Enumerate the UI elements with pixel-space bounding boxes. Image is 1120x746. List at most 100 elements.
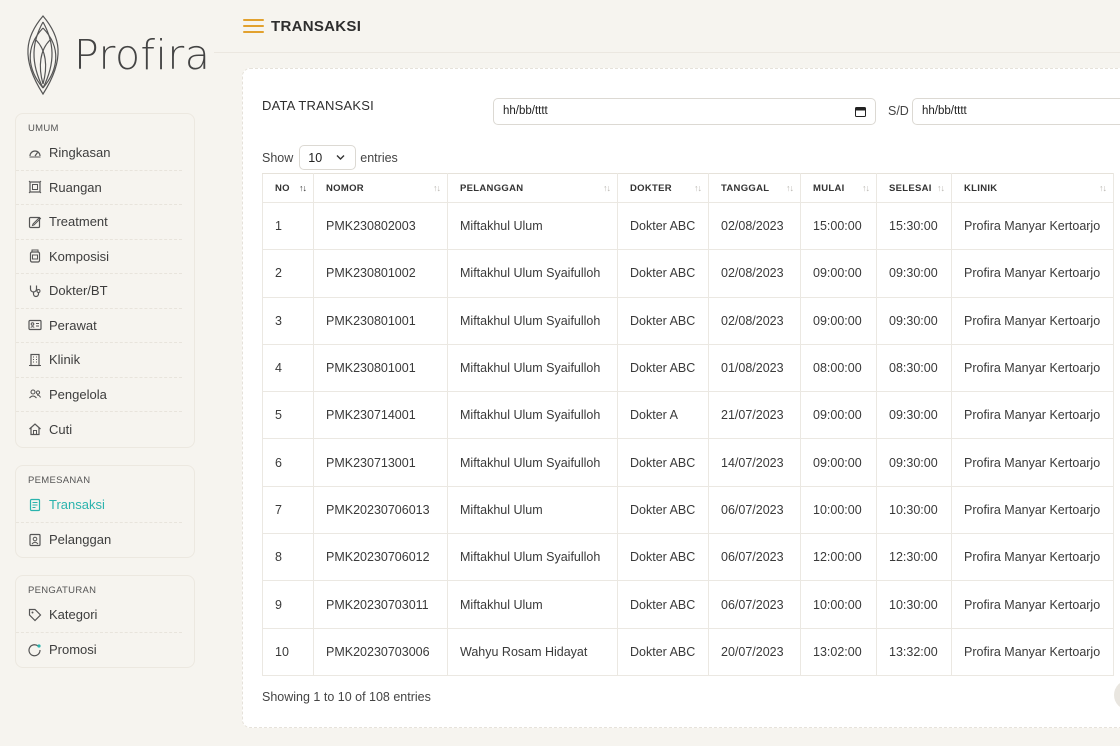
sidebar-item-komposisi[interactable]: Komposisi [16,240,182,274]
sidebar-item-kategori[interactable]: Kategori [16,598,182,633]
cell-pelanggan: Miftakhul Ulum Syaifulloh [447,533,618,582]
cell-mulai: 12:00:00 [800,533,877,582]
sidebar: Profira UMUM Ringkasan Ruangan Treatment… [0,0,214,746]
cell-dokter: Dokter ABC [617,249,709,298]
cell-no: 7 [262,485,314,535]
sidebar-item-ringkasan[interactable]: Ringkasan [16,136,182,171]
table-row[interactable]: 5 PMK230714001 Miftakhul Ulum Syaifulloh Do… [262,391,1114,440]
cell-selesai: 12:30:00 [876,533,952,582]
sort-icon: ↑↓ [862,183,870,193]
sidebar-item-label: Klinik [49,352,81,368]
table-row[interactable]: 4 PMK230801001 Miftakhul Ulum Syaifulloh Do… [262,343,1114,393]
date-from-input[interactable]: hh/bb/tttt [493,98,876,125]
cell-dokter: Dokter A [617,391,709,440]
cell-pelanggan: Miftakhul Ulum [447,201,618,251]
cell-no: 9 [262,580,314,629]
column-header-dokter[interactable]: DOKTER ↑↓ [617,173,709,203]
cell-selesai: 13:32:00 [876,627,952,676]
sidebar-item-pelanggan[interactable]: Pelanggan [16,523,182,558]
column-header-selesai[interactable]: SELESAI ↑↓ [876,173,952,203]
sidebar-item-pengelola[interactable]: Pengelola [16,378,182,412]
cell-selesai: 10:30:00 [876,485,952,535]
sidebar-item-label: Promosi [49,642,97,658]
cell-mulai: 15:00:00 [800,201,877,251]
sidebar-item-label: Pengelola [49,386,107,402]
sidebar-item-label: Ruangan [49,179,102,195]
column-header-mulai[interactable]: MULAI ↑↓ [800,173,877,203]
menu-group-pengaturan: PENGATURAN Kategori Promosi [15,575,195,668]
brand-logo[interactable]: Profira [18,14,210,96]
column-header-tanggal[interactable]: TANGGAL ↑↓ [708,173,801,203]
cell-selesai: 09:30:00 [876,438,952,487]
date-to-input[interactable]: hh/bb/tttt [912,98,1120,125]
cell-tanggal: 14/07/2023 [708,438,801,487]
sidebar-item-ruangan[interactable]: Ruangan [16,171,182,205]
calendar-icon[interactable] [855,106,866,117]
table-row[interactable]: 6 PMK230713001 Miftakhul Ulum Syaifulloh Do… [262,438,1114,487]
building-icon [28,353,42,367]
cell-no: 2 [262,249,314,298]
cell-no: 1 [262,201,314,251]
sort-icon: ↑↓ [937,183,945,193]
table-row[interactable]: 2 PMK230801002 Miftakhul Ulum Syaifulloh Do… [262,249,1114,298]
table-row[interactable]: 1 PMK230802003 Miftakhul Ulum Dokter ABC 02/… [262,201,1114,251]
page-title: TRANSAKSI [271,18,362,35]
page-size-value: 10 [308,150,323,165]
column-header-no[interactable]: NO ↑↓ [262,173,314,203]
page-size-select[interactable]: 10 [299,145,357,170]
cell-klinik: Profira Manyar Kertoarjo [951,438,1114,487]
cell-tanggal: 06/07/2023 [708,580,801,629]
table-row[interactable]: 10 PMK20230703006 Wahyu Rosam Hidayat Dokte… [262,627,1114,676]
cell-pelanggan: Miftakhul Ulum Syaifulloh [447,438,618,487]
sidebar-item-perawat[interactable]: Perawat [16,309,182,343]
cell-mulai: 09:00:00 [800,438,877,487]
hamburger-menu-icon[interactable] [243,19,264,33]
cell-no: 3 [262,296,314,345]
cell-klinik: Profira Manyar Kertoarjo [951,533,1114,582]
cell-mulai: 09:00:00 [800,249,877,298]
topbar: TRANSAKSI [214,0,1120,53]
cell-klinik: Profira Manyar Kertoarjo [951,391,1114,440]
sidebar-item-label: Treatment [49,214,108,230]
column-header-pelanggan[interactable]: PELANGGAN ↑↓ [447,173,618,203]
sidebar-item-klinik[interactable]: Klinik [16,343,182,378]
cell-pelanggan: Miftakhul Ulum Syaifulloh [447,296,618,345]
leaf-logo-icon [27,15,59,96]
table-row[interactable]: 9 PMK20230703011 Miftakhul Ulum Dokter ABC 0… [262,580,1114,629]
sidebar-item-treatment[interactable]: Treatment [16,205,182,240]
cell-nomor: PMK230714001 [313,391,448,440]
pagination-button[interactable] [1114,680,1120,710]
contact-icon [28,533,42,547]
cell-mulai: 10:00:00 [800,485,877,535]
cell-dokter: Dokter ABC [617,533,709,582]
cell-pelanggan: Wahyu Rosam Hidayat [447,627,618,676]
sidebar-item-dokter[interactable]: Dokter/BT [16,274,182,309]
sort-icon: ↑↓ [694,183,702,193]
cell-klinik: Profira Manyar Kertoarjo [951,201,1114,251]
cell-dokter: Dokter ABC [617,438,709,487]
sidebar-item-label: Dokter/BT [49,283,108,299]
stethoscope-icon [28,284,42,298]
cell-no: 8 [262,533,314,582]
table-row[interactable]: 8 PMK20230706012 Miftakhul Ulum Syaifulloh… [262,533,1114,582]
table-row[interactable]: 7 PMK20230706013 Miftakhul Ulum Dokter ABC 0… [262,485,1114,535]
cell-klinik: Profira Manyar Kertoarjo [951,296,1114,345]
table-row[interactable]: 3 PMK230801001 Miftakhul Ulum Syaifulloh Do… [262,296,1114,345]
column-header-klinik[interactable]: KLINIK ↑↓ [951,173,1114,203]
sort-asc-icon: ↑↓ [299,183,307,193]
cell-tanggal: 06/07/2023 [708,533,801,582]
sidebar-item-promosi[interactable]: Promosi [16,633,182,668]
cell-no: 10 [262,627,314,676]
sidebar-item-transaksi[interactable]: Transaksi [16,488,182,523]
cell-nomor: PMK230801002 [313,249,448,298]
jar-icon [28,249,42,263]
sidebar-item-label: Cuti [49,421,73,437]
cell-no: 6 [262,438,314,487]
transaction-card: DATA TRANSAKSI hh/bb/tttt S/D hh/bb/tttt… [242,68,1120,728]
cell-nomor: PMK20230703011 [313,580,448,629]
tag-icon [28,608,42,622]
receipt-icon [28,498,42,512]
cell-klinik: Profira Manyar Kertoarjo [951,627,1114,676]
column-header-nomor[interactable]: NOMOR ↑↓ [313,173,448,203]
sidebar-item-cuti[interactable]: Cuti [16,412,182,447]
